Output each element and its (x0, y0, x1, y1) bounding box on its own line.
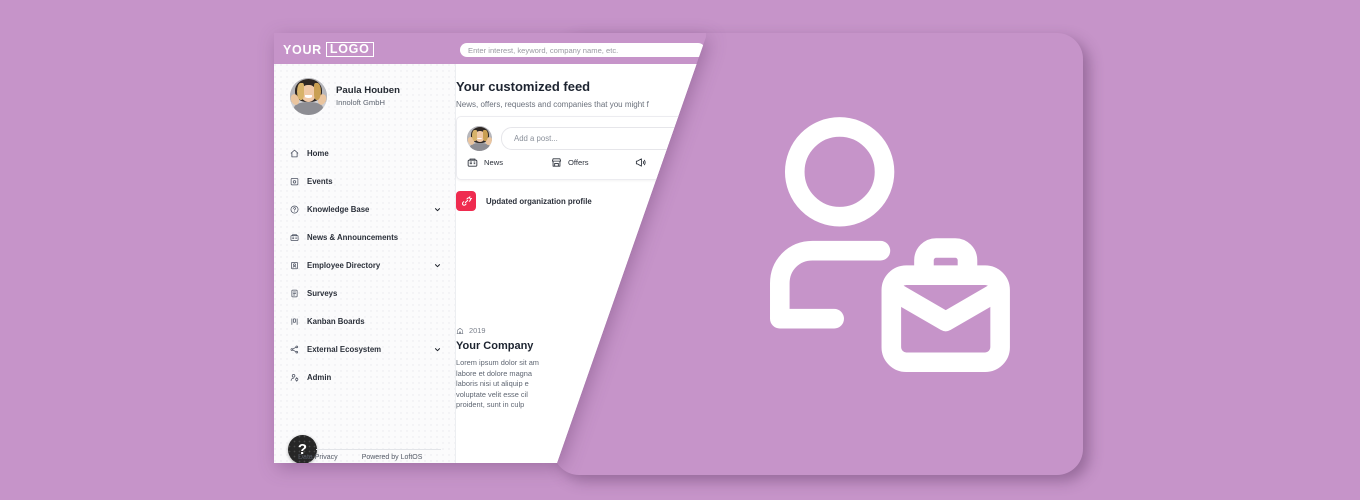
brand-logo[interactable]: YOUR LOGO (283, 42, 374, 57)
page-subtitle: News, offers, requests and companies tha… (456, 100, 649, 109)
store-icon (551, 157, 562, 168)
search-placeholder: Enter interest, keyword, company name, e… (468, 45, 619, 55)
avatar (290, 78, 327, 115)
chevron-down-icon[interactable] (434, 262, 441, 269)
screenshot-stage: YOUR LOGO Enter interest, keyword, compa… (0, 0, 1360, 500)
clipboard-icon (290, 289, 299, 298)
avatar (467, 126, 492, 151)
sidebar-nav: Home Events Knowledge Base News & Announ… (274, 139, 455, 391)
sidebar-item-label: Admin (307, 372, 332, 382)
main-feed: Your customized feed News, offers, reque… (456, 64, 706, 463)
add-post-input[interactable]: Add a post... (501, 127, 706, 150)
composer-actions: News Offers (467, 157, 706, 168)
broken-link-icon (456, 191, 476, 211)
sidebar: Paula Houben Innoloft GmbH Home Events K… (274, 64, 456, 463)
book-icon (290, 205, 299, 214)
company-body-line: voluptate velit esse cil (456, 389, 528, 399)
sidebar-profile[interactable]: Paula Houben Innoloft GmbH (290, 78, 400, 115)
powered-by-label: Powered by LoftOS (361, 454, 423, 461)
sidebar-item-label: Events (307, 176, 333, 186)
chevron-down-icon[interactable] (434, 346, 441, 353)
company-body-line: laboris nisi ut aliquip e (456, 379, 529, 388)
person-with-briefcase-icon (735, 112, 1015, 384)
post-composer-card: Add a post... News Offers (456, 116, 706, 180)
sidebar-item-knowledge-base[interactable]: Knowledge Base (274, 195, 455, 223)
sidebar-item-events[interactable]: Events (274, 167, 455, 195)
app-topbar: YOUR LOGO Enter interest, keyword, compa… (274, 33, 706, 64)
logo-word: YOUR (283, 42, 322, 57)
company-name: Your Company (456, 340, 534, 352)
sidebar-item-news-announcements[interactable]: News & Announcements (274, 223, 455, 251)
home-icon (290, 149, 299, 158)
app-window: YOUR LOGO Enter interest, keyword, compa… (274, 33, 706, 463)
sidebar-item-admin[interactable]: Admin (274, 363, 455, 391)
company-year: 2019 (456, 326, 706, 335)
kanban-icon (290, 317, 299, 326)
sidebar-item-label: External Ecosystem (307, 344, 382, 354)
megaphone-icon (635, 157, 646, 168)
logo-boxed-word: LOGO (325, 42, 374, 57)
company-icon (456, 327, 464, 335)
sidebar-item-external-ecosystem[interactable]: External Ecosystem (274, 335, 455, 363)
sidebar-item-surveys[interactable]: Surveys (274, 279, 455, 307)
sidebar-footer: Data Privacy Powered by LoftOS (298, 454, 458, 461)
network-icon (290, 345, 299, 354)
company-year-label: 2019 (469, 326, 486, 335)
composer-action-announcement[interactable] (635, 157, 706, 168)
page-title: Your customized feed (456, 79, 591, 94)
sidebar-item-label: Home (307, 148, 329, 158)
people-icon (290, 261, 299, 270)
sidebar-item-employee-directory[interactable]: Employee Directory (274, 251, 455, 279)
company-body-line: proident, sunt in culp (456, 400, 525, 409)
newspaper-icon (467, 157, 478, 168)
sidebar-item-label: Employee Directory (307, 260, 381, 270)
composer-action-news[interactable]: News (467, 157, 551, 168)
app-body: Paula Houben Innoloft GmbH Home Events K… (274, 64, 706, 463)
composer-action-offers[interactable]: Offers (551, 157, 635, 168)
newspaper-icon (290, 233, 299, 242)
composer-action-label: News (484, 158, 503, 167)
updated-profile-row[interactable]: Updated organization profile (456, 191, 592, 211)
sidebar-item-label: News & Announcements (307, 232, 399, 242)
calendar-icon (290, 177, 299, 186)
data-privacy-link[interactable]: Data Privacy (298, 454, 338, 461)
sidebar-item-home[interactable]: Home (274, 139, 455, 167)
company-body-line: Lorem ipsum dolor sit am (456, 358, 539, 367)
sidebar-item-label: Surveys (307, 288, 338, 298)
updated-profile-text: Updated organization profile (486, 196, 592, 206)
profile-organization: Innoloft GmbH (336, 98, 385, 107)
sidebar-item-kanban-boards[interactable]: Kanban Boards (274, 307, 455, 335)
chevron-down-icon[interactable] (434, 206, 441, 213)
company-card: 2019 Your Company Lorem ipsum dolor sit … (456, 326, 706, 411)
company-body-line: labore et dolore magna (456, 368, 533, 378)
profile-name: Paula Houben (336, 85, 400, 96)
composer-action-label: Offers (568, 158, 589, 167)
add-post-placeholder: Add a post... (514, 134, 558, 143)
sidebar-item-label: Knowledge Base (307, 204, 370, 214)
sidebar-footer-divider (316, 449, 441, 450)
search-input[interactable]: Enter interest, keyword, company name, e… (460, 43, 705, 57)
sidebar-item-label: Kanban Boards (307, 316, 365, 326)
user-settings-icon (290, 373, 299, 382)
